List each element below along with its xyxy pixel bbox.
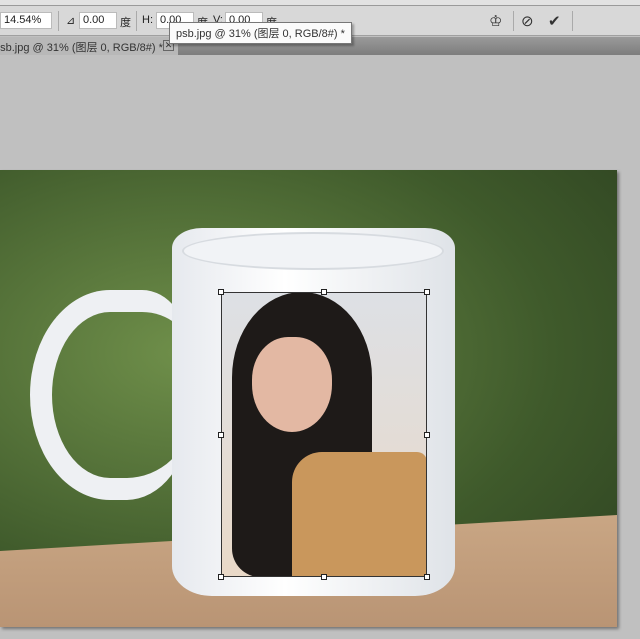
scale-input[interactable]: 14.54% — [0, 12, 52, 29]
transform-handle[interactable] — [218, 432, 224, 438]
transform-handle[interactable] — [321, 289, 327, 295]
transform-handle[interactable] — [424, 289, 430, 295]
document-canvas[interactable] — [0, 170, 617, 627]
check-icon[interactable]: ✔ — [548, 12, 561, 30]
angle-unit: 度 — [120, 17, 131, 29]
transform-handle[interactable] — [218, 289, 224, 295]
tab-title: psb.jpg @ 31% (图层 0, RGB/8#) * — [0, 42, 163, 54]
transform-handle[interactable] — [218, 574, 224, 580]
divider — [58, 11, 59, 31]
transform-handle[interactable] — [424, 574, 430, 580]
transform-handle[interactable] — [424, 432, 430, 438]
h-label: H: — [142, 14, 153, 26]
divider — [572, 11, 573, 31]
divider — [136, 11, 137, 31]
mug-handle — [30, 290, 190, 500]
cancel-icon[interactable]: ⊘ — [521, 12, 534, 30]
mug-rim — [182, 232, 444, 270]
document-tab[interactable]: psb.jpg @ 31% (图层 0, RGB/8#) * ✕ — [0, 37, 178, 55]
angle-icon: ⊿ — [66, 15, 76, 27]
warp-icon[interactable]: ♔ — [489, 12, 502, 30]
transform-handle[interactable] — [321, 574, 327, 580]
transform-bounding-box[interactable] — [218, 289, 430, 580]
tooltip: psb.jpg @ 31% (图层 0, RGB/8#) * — [169, 22, 352, 44]
angle-input[interactable]: 0.00 — [79, 12, 117, 29]
divider — [513, 11, 514, 31]
